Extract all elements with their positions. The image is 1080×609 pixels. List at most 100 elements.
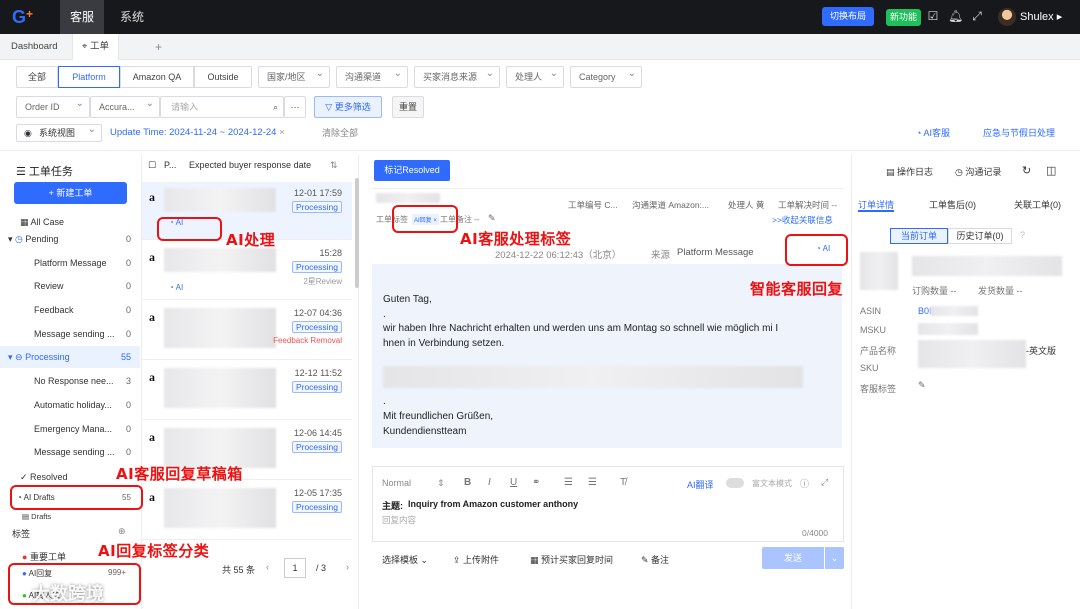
category-dropdown[interactable]: Category [570, 64, 642, 88]
close-icon[interactable]: × [279, 127, 285, 138]
sort-select[interactable]: Expected buyer response date [189, 160, 311, 170]
processing-item[interactable]: Emergency Mana... [34, 424, 120, 434]
app-logo[interactable]: G+ [12, 7, 33, 28]
prev-page-icon[interactable]: ‹ [266, 562, 269, 572]
more-options-icon[interactable]: ··· [284, 96, 306, 118]
date-filter-chip[interactable]: Update Time: 2024-11-24 ~ 2024-12-24 × [110, 124, 285, 142]
list-item[interactable]: a 12-07 04:36 Processing Feedback Removal [142, 302, 352, 360]
order-field-select[interactable]: Order ID [16, 94, 90, 118]
fullscreen-icon[interactable]: ⤢ [970, 9, 984, 23]
drafts-item[interactable]: ▤ Drafts [22, 512, 51, 521]
total-count: 共 55 条 [222, 565, 256, 575]
history-order-tab[interactable]: 历史订单(0) [948, 228, 1012, 244]
clear-all-link[interactable]: 清除全部 [322, 124, 358, 142]
pending-item[interactable]: Platform Message [34, 258, 134, 268]
send-options-icon[interactable]: ⌄ [825, 547, 844, 569]
tab-after-sales[interactable]: 工单售后(0) [929, 198, 976, 211]
match-select[interactable]: Accura... [90, 94, 160, 118]
filter-outside[interactable]: Outside [194, 66, 252, 88]
processing-item[interactable]: Automatic holiday... [34, 400, 120, 410]
annotation-box [10, 485, 143, 510]
edit-icon[interactable]: ✎ [488, 213, 496, 224]
message-line: Guten Tag, [383, 294, 432, 305]
bell-icon[interactable]: 🔔︎ [948, 9, 963, 23]
tab-dashboard[interactable]: Dashboard [2, 34, 66, 60]
search-input[interactable]: 请输入 ⌕ [160, 96, 284, 118]
italic-icon[interactable]: I [488, 477, 491, 488]
all-case-item[interactable]: ▦ All Case [20, 217, 64, 228]
filter-all[interactable]: 全部 [16, 66, 58, 88]
list-item[interactable]: a 15:28 Processing 2星Review ◔ AI [142, 242, 352, 300]
more-filters-button[interactable]: ▽ 更多筛选 [314, 96, 382, 118]
expand-icon[interactable]: ⤢ [821, 477, 828, 488]
pending-item[interactable]: Review [34, 281, 134, 291]
channel-dropdown[interactable]: 沟通渠道 [336, 64, 408, 88]
username[interactable]: Shulex ▸ [1020, 0, 1062, 34]
template-select[interactable]: 选择模板 ⌄ [382, 553, 428, 566]
bullet-list-icon[interactable]: ☰ [588, 477, 597, 488]
send-button[interactable]: 发送 [762, 547, 824, 569]
ordered-list-icon[interactable]: ☰ [564, 477, 573, 488]
add-tag-icon[interactable]: ⊕ [118, 526, 126, 537]
eye-icon: ◉ [24, 128, 32, 138]
pending-item[interactable]: Message sending ... [34, 329, 126, 339]
product-thumbnail [860, 252, 898, 290]
bold-icon[interactable]: B [464, 477, 471, 488]
new-ticket-button[interactable]: + 新建工单 [14, 182, 127, 204]
collapse-link[interactable]: >>收起关联信息 [772, 214, 833, 226]
rich-text-toggle[interactable] [726, 478, 744, 488]
filter-amazon-qa[interactable]: Amazon QA [120, 66, 194, 88]
ai-translate-button[interactable]: AI翻译 [687, 478, 714, 491]
source-dropdown[interactable]: 买家消息来源 [414, 64, 500, 88]
new-feature-badge[interactable]: 新功能 [886, 9, 922, 26]
add-tab-button[interactable]: + [146, 34, 171, 60]
processing-group[interactable]: ▾ ⊖ Processing [8, 352, 70, 363]
reply-content-input[interactable]: 回复内容 [382, 514, 416, 526]
nav-system[interactable]: 系统 [110, 0, 154, 34]
next-page-icon[interactable]: › [346, 562, 349, 572]
filter-platform[interactable]: Platform [58, 66, 120, 88]
calendar-icon: ▦ [530, 555, 542, 565]
switch-layout-button[interactable]: 切换布局 [822, 7, 875, 26]
annotation-ai-process: AI处理 [226, 231, 276, 249]
pending-item[interactable]: Feedback [34, 305, 134, 315]
format-select[interactable]: Normal [382, 478, 411, 488]
view-select[interactable]: ◉ 系统视图 [16, 122, 102, 142]
link-icon[interactable]: ⚭ [532, 477, 540, 488]
resolved-item[interactable]: ✓ Resolved [20, 472, 68, 483]
select-all-checkbox[interactable]: ☐ [148, 160, 156, 171]
customer-tag-label: 客服标签 [860, 384, 897, 394]
processing-item[interactable]: Message sending ... [34, 447, 120, 457]
format-arrows-icon[interactable]: ⇕ [437, 478, 445, 489]
schedule-button[interactable]: ▦ 预计买家回复时间 [530, 553, 613, 566]
note-button[interactable]: ✎ 备注 [641, 553, 669, 566]
processing-item[interactable]: No Response nee... [34, 376, 120, 386]
tag-important[interactable]: ● 重要工单 [22, 550, 66, 563]
sort-arrows-icon[interactable]: ⇅ [330, 160, 338, 171]
annotation-tag-category: AI回复标签分类 [98, 542, 210, 560]
pending-group[interactable]: ▾ ◷ Pending [8, 234, 58, 245]
processing-item-count: 0 [126, 424, 132, 434]
tab-workorder[interactable]: ⌖ 工单 [72, 34, 120, 60]
tab-related-tickets[interactable]: 关联工单(0) [1014, 198, 1061, 211]
current-order-tab[interactable]: 当前订单 [890, 228, 948, 244]
clear-format-icon[interactable]: T̸ [620, 477, 626, 488]
upload-attachment-button[interactable]: ⇪ 上传附件 [453, 553, 499, 566]
page-input[interactable]: 1 [284, 558, 306, 578]
list-item[interactable]: a 12-12 11:52 Processing [142, 362, 352, 420]
ai-service-link[interactable]: ◔ AI客服 [916, 124, 950, 142]
nav-customer-service[interactable]: 客服 [60, 0, 105, 34]
scrollbar[interactable] [355, 178, 359, 288]
handler-dropdown[interactable]: 处理人 [506, 64, 564, 88]
edit-icon[interactable]: ✎ [918, 380, 926, 391]
checklist-icon[interactable]: ☑ [926, 9, 940, 23]
reset-button[interactable]: 重置 [392, 96, 424, 118]
list-item[interactable]: a 12-05 17:35 Processing [142, 482, 352, 540]
holiday-handling-link[interactable]: 应急与节假日处理 [983, 124, 1055, 142]
country-dropdown[interactable]: 国家/地区 [258, 64, 330, 88]
amazon-logo-icon: a [149, 490, 155, 504]
avatar[interactable] [998, 8, 1016, 26]
underline-icon[interactable]: U [510, 477, 517, 488]
mark-resolved-button[interactable]: 标记Resolved [374, 160, 450, 181]
pin-icon: ⌖ [82, 41, 90, 52]
